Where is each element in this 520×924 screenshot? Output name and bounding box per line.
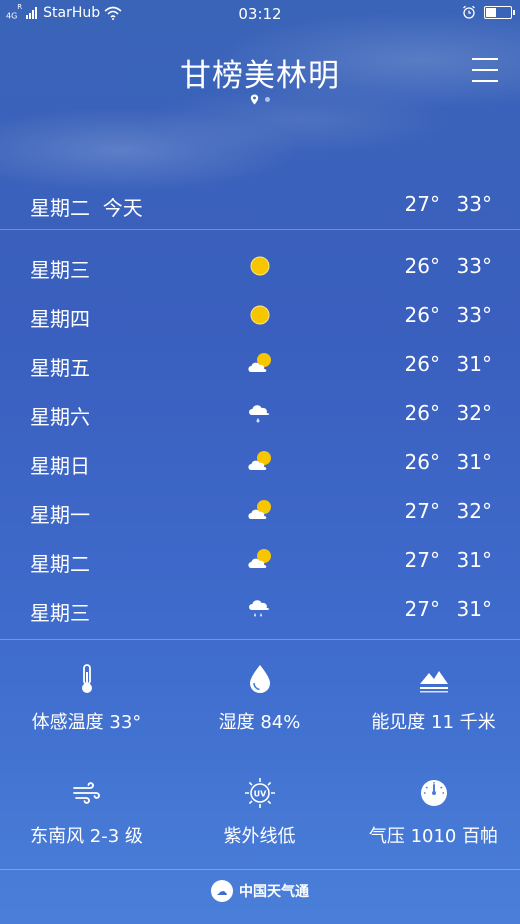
humidity-label: 湿度 84%	[218, 712, 301, 733]
forecast-day: 星期三	[30, 258, 90, 282]
location-pin-icon	[250, 94, 259, 105]
forecast-high: 31°	[456, 597, 492, 621]
forecast-row: 星期六 26° 32°	[0, 389, 520, 438]
forecast-low: 26°	[404, 303, 440, 327]
provider-logo-icon: ☁	[211, 880, 233, 902]
humidity-detail: 湿度 84%	[173, 662, 346, 734]
uv-label: 紫外线低	[223, 826, 296, 847]
status-time: 03:12	[238, 5, 282, 23]
city-name[interactable]: 甘榜美林明	[0, 50, 520, 95]
forecast-high: 31°	[456, 548, 492, 572]
forecast-low: 26°	[404, 352, 440, 376]
wind-detail: 东南风 2-3 级	[0, 776, 173, 848]
status-bar: 4GR StarHub 03:12	[0, 0, 520, 28]
forecast-low: 27°	[404, 597, 440, 621]
divider	[0, 229, 520, 230]
partly-cloudy-weather-icon	[245, 546, 275, 574]
pressure-detail: 气压 1010 百帕	[347, 776, 520, 848]
forecast-low: 26°	[404, 401, 440, 425]
feels-like-detail: 体感温度 33°	[0, 662, 173, 734]
battery-icon	[484, 5, 515, 19]
wind-label: 东南风 2-3 级	[30, 826, 143, 847]
today-row: 星期二 今天 27° 33°	[0, 180, 520, 228]
forecast-high: 31°	[456, 352, 492, 376]
divider	[0, 639, 520, 640]
forecast-high: 32°	[456, 401, 492, 425]
visibility-detail: 能见度 11 千米	[347, 662, 520, 734]
today-day: 星期二 今天	[30, 192, 143, 221]
forecast-row: 星期二 27° 31°	[0, 536, 520, 585]
wind-icon	[72, 782, 100, 804]
humidity-drop-icon	[249, 665, 270, 693]
divider	[0, 869, 520, 870]
thermometer-icon	[81, 664, 92, 693]
forecast-high: 33°	[456, 254, 492, 278]
page-dot	[265, 97, 270, 102]
forecast-high: 32°	[456, 499, 492, 523]
forecast-low: 26°	[404, 254, 440, 278]
uv-icon: UV	[244, 778, 275, 808]
sunny-weather-icon	[245, 301, 275, 329]
visibility-mountain-icon	[419, 671, 448, 693]
forecast-row: 星期三 27° 31°	[0, 585, 520, 634]
partly-cloudy-weather-icon	[245, 448, 275, 476]
forecast-high: 31°	[456, 450, 492, 474]
pressure-gauge-icon	[420, 780, 447, 806]
forecast-low: 26°	[404, 450, 440, 474]
alarm-clock-icon	[463, 5, 475, 19]
feels-like-label: 体感温度 33°	[31, 712, 142, 733]
hamburger-menu-icon[interactable]	[472, 58, 498, 82]
forecast-day: 星期三	[30, 601, 90, 625]
light-rain-weather-icon	[245, 399, 275, 427]
rain-weather-icon	[245, 595, 275, 623]
sunny-weather-icon	[245, 252, 275, 280]
forecast-low: 27°	[404, 499, 440, 523]
today-label: 今天	[102, 196, 143, 220]
svg-text:UV: UV	[253, 790, 266, 799]
provider-name: 中国天气通	[239, 884, 309, 900]
forecast-low: 27°	[404, 548, 440, 572]
forecast-day: 星期一	[30, 503, 90, 527]
provider-footer[interactable]: ☁ 中国天气通	[0, 880, 520, 902]
forecast-row: 星期日 26° 31°	[0, 438, 520, 487]
forecast-row: 星期一 27° 32°	[0, 487, 520, 536]
partly-cloudy-weather-icon	[245, 497, 275, 525]
page-indicator	[0, 94, 520, 105]
visibility-label: 能见度 11 千米	[371, 712, 496, 733]
today-high: 33°	[456, 192, 492, 216]
forecast-day: 星期日	[30, 454, 90, 478]
forecast-row: 星期五 26° 31°	[0, 340, 520, 389]
forecast-high: 33°	[456, 303, 492, 327]
forecast-day: 星期四	[30, 307, 90, 331]
partly-cloudy-weather-icon	[245, 350, 275, 378]
status-bar-right	[462, 5, 515, 19]
forecast-row: 星期四 26° 33°	[0, 291, 520, 340]
forecast-day: 星期六	[30, 405, 90, 429]
uv-detail: UV 紫外线低	[173, 776, 346, 848]
today-low: 27°	[404, 192, 440, 216]
forecast-day: 星期二	[30, 552, 90, 576]
pressure-label: 气压 1010 百帕	[368, 826, 499, 847]
today-weekday: 星期二	[30, 196, 90, 220]
forecast-day: 星期五	[30, 356, 90, 380]
forecast-row: 星期三 26° 33°	[0, 242, 520, 291]
